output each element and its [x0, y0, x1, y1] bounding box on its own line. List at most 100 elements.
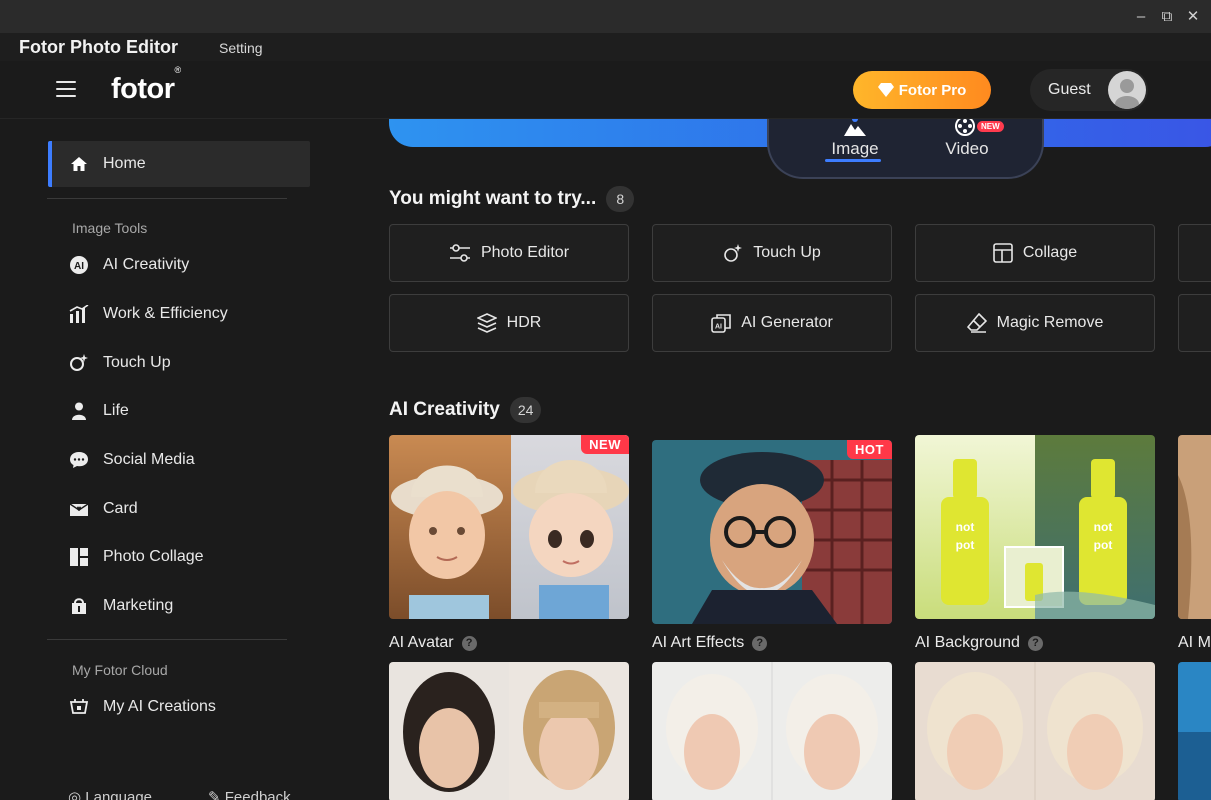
- close-button[interactable]: ✕: [1180, 5, 1206, 27]
- sparkle-face-icon: [69, 353, 89, 373]
- product-text: not: [1094, 520, 1113, 534]
- sidebar-item-card[interactable]: Card: [48, 486, 310, 532]
- tool-more-row2[interactable]: [1178, 294, 1211, 352]
- card-ai-m[interactable]: [1178, 435, 1211, 619]
- image-tab-icon: [815, 119, 895, 139]
- sidebar-item-label: Touch Up: [103, 354, 171, 371]
- ai-m-thumbnail: [1178, 435, 1211, 619]
- sidebar: Home Image Tools AI AI Creativity Work &…: [0, 119, 348, 800]
- sidebar-item-life[interactable]: Life: [48, 388, 310, 434]
- help-icon[interactable]: ?: [752, 635, 768, 651]
- eraser-icon: [966, 313, 987, 333]
- tool-more-row1[interactable]: [1178, 224, 1211, 282]
- new-badge: NEW: [581, 435, 629, 454]
- language-label: Language: [85, 789, 153, 800]
- pro-button-label: Fotor Pro: [898, 81, 967, 99]
- card-row2-partial[interactable]: [1178, 662, 1211, 800]
- help-icon[interactable]: ?: [461, 635, 477, 651]
- sidebar-item-marketing[interactable]: Marketing: [48, 583, 310, 629]
- ai-background-thumbnail: not pot not pot: [915, 435, 1155, 619]
- help-icon[interactable]: ?: [1027, 635, 1043, 651]
- card-label-ai-art-effects[interactable]: AI Art Effects ?: [652, 634, 768, 652]
- feedback-link[interactable]: ✎ Feedback: [208, 788, 291, 800]
- tool-label: Touch Up: [753, 244, 821, 261]
- tool-label: Photo Editor: [480, 244, 570, 261]
- card-label-ai-background[interactable]: AI Background ?: [915, 634, 1043, 652]
- card-ai-avatar[interactable]: NEW: [389, 435, 629, 619]
- ai-creativity-count: 24: [509, 397, 542, 423]
- tool-hdr[interactable]: HDR: [389, 294, 629, 352]
- chat-icon: [69, 450, 89, 470]
- setting-menu[interactable]: Setting: [219, 40, 263, 56]
- registered-mark: ®: [174, 65, 182, 76]
- card-ai-art-effects[interactable]: HOT: [652, 440, 892, 624]
- media-type-switcher: Image NEW Video: [767, 119, 1044, 179]
- sidebar-item-my-ai-creations[interactable]: My AI Creations: [48, 684, 310, 730]
- svg-text:AI: AI: [715, 324, 722, 331]
- sidebar-item-work-efficiency[interactable]: Work & Efficiency: [48, 291, 310, 337]
- sidebar-item-social-media[interactable]: Social Media: [48, 437, 310, 483]
- main-content: Image NEW Video You might want to try...…: [348, 119, 1211, 800]
- ai-creativity-title: AI Creativity 24: [389, 397, 542, 423]
- tool-ai-generator[interactable]: AI AI Generator: [652, 294, 892, 352]
- sidebar-divider: [47, 639, 287, 640]
- collage-icon: [69, 547, 89, 567]
- tool-photo-editor[interactable]: Photo Editor: [389, 224, 629, 282]
- sidebar-item-label: Card: [103, 500, 138, 517]
- user-avatar-icon: [1115, 79, 1139, 109]
- sidebar-item-home[interactable]: Home: [48, 141, 310, 187]
- guest-account-button[interactable]: Guest: [1030, 69, 1148, 111]
- card-icon: [69, 499, 89, 519]
- sidebar-item-photo-collage[interactable]: Photo Collage: [48, 534, 310, 580]
- card-row2-hair-2[interactable]: [652, 662, 892, 800]
- restore-button[interactable]: ⧉: [1154, 5, 1180, 27]
- minimize-button[interactable]: –: [1128, 5, 1154, 27]
- card-ai-background[interactable]: not pot not pot: [915, 435, 1155, 619]
- tool-label: Collage: [1022, 244, 1078, 261]
- chart-icon: [69, 304, 89, 324]
- close-icon: ✕: [1186, 8, 1200, 25]
- card-label-ai-avatar[interactable]: AI Avatar ?: [389, 634, 477, 652]
- sidebar-item-touch-up[interactable]: Touch Up: [48, 340, 310, 386]
- hot-badge: HOT: [847, 440, 892, 459]
- collage-layout-icon: [993, 243, 1013, 263]
- app-window: – ⧉ ✕ Fotor Photo Editor Setting fotor® …: [0, 0, 1211, 800]
- card-title: AI M: [1178, 634, 1211, 651]
- section-my-fotor-cloud: My Fotor Cloud: [72, 662, 168, 678]
- tool-label: AI Generator: [741, 314, 833, 331]
- feedback-label: Feedback: [224, 789, 291, 800]
- guest-label: Guest: [1048, 81, 1091, 98]
- try-section-title: You might want to try... 8: [389, 186, 635, 212]
- diamond-icon: [877, 83, 894, 97]
- menu-icon[interactable]: [56, 81, 76, 99]
- sidebar-item-ai-creativity[interactable]: AI AI Creativity: [48, 242, 310, 288]
- tool-touch-up[interactable]: Touch Up: [652, 224, 892, 282]
- bag-icon: [69, 596, 89, 616]
- try-section-count: 8: [606, 186, 635, 212]
- card-label-ai-m[interactable]: AI M: [1178, 634, 1211, 652]
- fotor-logo[interactable]: fotor®: [111, 65, 181, 106]
- sidebar-divider: [47, 198, 287, 199]
- tab-image-label: Image: [831, 139, 879, 158]
- hairstyle-thumbnail: [652, 662, 892, 800]
- home-icon: [69, 154, 89, 174]
- sidebar-item-label: Work & Efficiency: [103, 305, 228, 322]
- person-icon: [69, 401, 89, 421]
- sidebar-item-label: Home: [103, 155, 146, 172]
- card-row2-hair-1[interactable]: [389, 662, 629, 800]
- sparkle-face-icon: [724, 244, 743, 262]
- tool-collage[interactable]: Collage: [915, 224, 1155, 282]
- sidebar-item-label: Photo Collage: [103, 548, 204, 565]
- sidebar-item-label: My AI Creations: [103, 698, 216, 715]
- section-image-tools: Image Tools: [72, 220, 148, 236]
- tool-magic-remove[interactable]: Magic Remove: [915, 294, 1155, 352]
- language-link[interactable]: ◎ Language: [68, 788, 152, 800]
- product-text: pot: [956, 538, 975, 552]
- card-title: AI Art Effects: [652, 634, 745, 651]
- card-title: AI Avatar: [389, 634, 454, 651]
- tab-video[interactable]: NEW Video: [927, 119, 1007, 167]
- fotor-pro-button[interactable]: Fotor Pro: [853, 71, 991, 109]
- restore-icon: ⧉: [1161, 7, 1173, 25]
- card-row2-hair-3[interactable]: [915, 662, 1155, 800]
- svg-text:AI: AI: [74, 261, 84, 272]
